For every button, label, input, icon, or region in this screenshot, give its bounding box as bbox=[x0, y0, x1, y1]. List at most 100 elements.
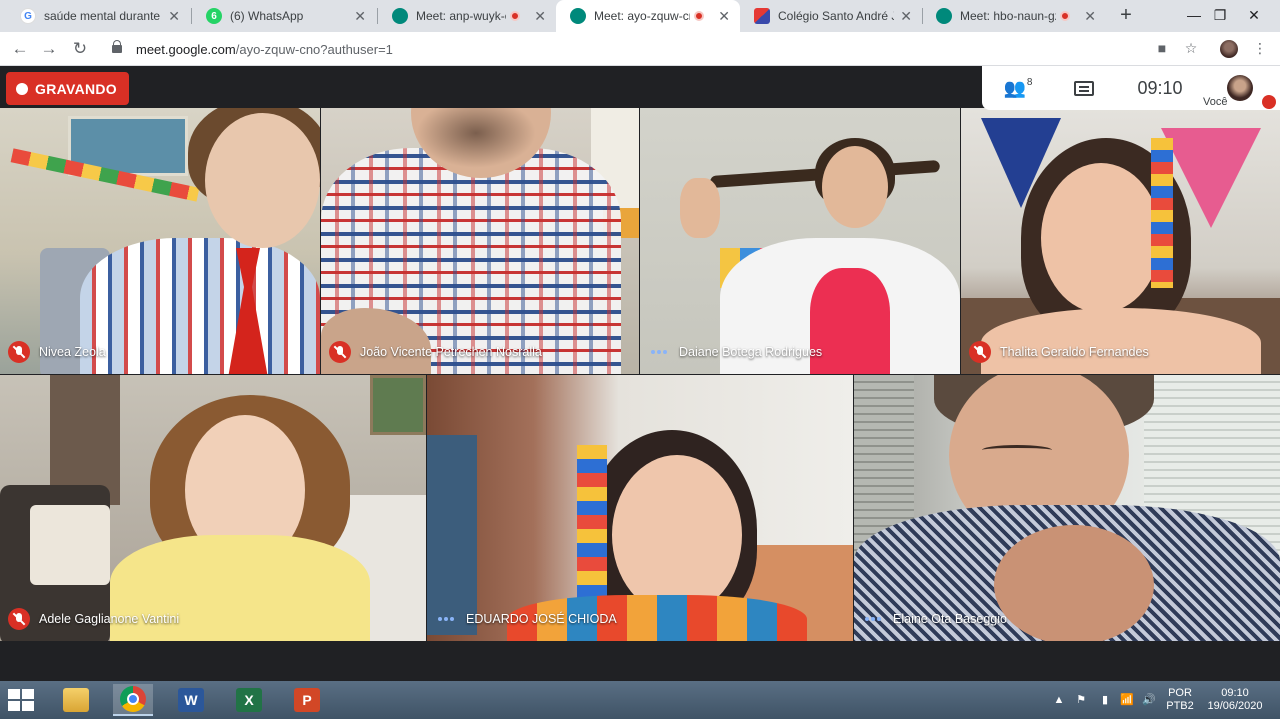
self-view-avatar[interactable] bbox=[1227, 75, 1253, 101]
meeting-clock: 09:10 bbox=[1130, 66, 1190, 110]
participant-label: Adele Gaglianone Vantini bbox=[0, 607, 179, 631]
tab-meet-hbo[interactable]: Meet: hbo-naun-gz ✕ bbox=[922, 0, 1106, 32]
menu-icon[interactable]: ⋮ bbox=[1250, 40, 1270, 57]
volume-icon[interactable]: 🔊 bbox=[1140, 681, 1158, 719]
tab-meet-anp[interactable]: Meet: anp-wuyk-cxu ✕ bbox=[378, 0, 556, 32]
people-icon: 👥 bbox=[1003, 77, 1026, 98]
bookmark-star-icon[interactable]: ☆ bbox=[1181, 40, 1201, 57]
participant-label: Elaine Ota Baseggio bbox=[854, 607, 1007, 631]
tab-title: Colégio Santo André Jab bbox=[778, 9, 894, 23]
participants-button[interactable]: 👥 8 bbox=[996, 66, 1040, 110]
flag-icon[interactable]: ⚑ bbox=[1072, 681, 1090, 719]
participant-label: Thalita Geraldo Fernandes bbox=[961, 340, 1149, 364]
participant-name: Elaine Ota Baseggio bbox=[893, 612, 1007, 626]
mic-off-icon bbox=[329, 341, 351, 363]
camera-icon[interactable]: ■ bbox=[1152, 40, 1172, 56]
participant-name: Thalita Geraldo Fernandes bbox=[1000, 345, 1149, 359]
address-bar[interactable]: meet.google.com/ayo-zquw-cno?authuser=1 bbox=[106, 35, 1212, 63]
video-tile[interactable]: Daiane Botega Rodrigues bbox=[640, 108, 960, 374]
tab-whatsapp[interactable]: 6 (6) WhatsApp ✕ bbox=[192, 0, 376, 32]
tab-colegio[interactable]: Colégio Santo André Jab ✕ bbox=[740, 0, 922, 32]
video-tile[interactable]: Adele Gaglianone Vantini bbox=[0, 375, 426, 641]
tab-title: Meet: hbo-naun-gz bbox=[960, 9, 1057, 23]
close-icon[interactable]: ✕ bbox=[718, 8, 730, 25]
school-icon bbox=[754, 8, 770, 24]
chat-button[interactable] bbox=[1062, 66, 1106, 110]
battery-icon[interactable]: ▮ bbox=[1096, 681, 1114, 719]
recording-badge: GRAVANDO bbox=[6, 72, 129, 105]
language-top: POR bbox=[1168, 687, 1192, 699]
recording-icon bbox=[1060, 11, 1071, 21]
language-bottom: PTB2 bbox=[1166, 700, 1194, 712]
taskbar-powerpoint[interactable]: P bbox=[287, 684, 327, 716]
taskbar-date: 19/06/2020 bbox=[1207, 700, 1263, 712]
participant-count: 8 bbox=[1026, 76, 1033, 88]
lock-icon[interactable] bbox=[112, 40, 122, 53]
folder-icon bbox=[63, 688, 89, 712]
new-tab-button[interactable]: + bbox=[1114, 4, 1138, 27]
tab-meet-ayo[interactable]: Meet: ayo-zquw-cno ✕ bbox=[556, 0, 740, 32]
windows-taskbar: W X P ▲ ⚑ ▮ 📶 🔊 POR PTB2 09:10 19/06/202… bbox=[0, 681, 1280, 719]
clock-text: 09:10 bbox=[1137, 77, 1183, 98]
whatsapp-icon: 6 bbox=[206, 8, 222, 24]
back-button[interactable]: ← bbox=[9, 38, 31, 60]
recording-label: GRAVANDO bbox=[35, 80, 117, 97]
browser-toolbar: ← → ↻ meet.google.com/ayo-zquw-cno?authu… bbox=[0, 32, 1280, 66]
speaking-indicator-icon bbox=[862, 617, 884, 621]
recording-dot-icon bbox=[16, 82, 28, 95]
wifi-icon[interactable]: 📶 bbox=[1118, 681, 1136, 719]
chat-icon bbox=[1074, 80, 1094, 96]
meet-icon bbox=[392, 8, 408, 24]
self-label: Você bbox=[1203, 96, 1228, 108]
word-icon: W bbox=[178, 688, 204, 712]
tab-title: (6) WhatsApp bbox=[230, 9, 304, 23]
meet-icon bbox=[570, 8, 586, 24]
close-icon[interactable]: ✕ bbox=[534, 8, 546, 25]
video-tile[interactable]: Nivea Zeola bbox=[0, 108, 320, 374]
taskbar-word[interactable]: W bbox=[171, 684, 211, 716]
system-clock[interactable]: 09:10 19/06/2020 bbox=[1200, 681, 1270, 719]
video-tile[interactable]: Thalita Geraldo Fernandes bbox=[961, 108, 1280, 374]
participant-label: EDUARDO JOSÉ CHIODA bbox=[427, 607, 617, 631]
speaking-indicator-icon bbox=[648, 350, 670, 354]
reload-button[interactable]: ↻ bbox=[69, 38, 91, 60]
language-indicator[interactable]: POR PTB2 bbox=[1162, 681, 1198, 719]
url-text: meet.google.com/ayo-zquw-cno?authuser=1 bbox=[136, 42, 393, 57]
start-button[interactable] bbox=[8, 689, 36, 711]
taskbar-chrome[interactable] bbox=[113, 684, 153, 716]
show-hidden-icons-button[interactable]: ▲ bbox=[1052, 681, 1066, 719]
meet-stage: GRAVANDO Nivea Zeola João Vicente Petrec… bbox=[0, 66, 1280, 681]
google-icon: G bbox=[20, 8, 36, 24]
close-window-button[interactable]: ✕ bbox=[1232, 0, 1276, 32]
tab-title: Meet: ayo-zquw-cno bbox=[594, 9, 690, 23]
participant-name: EDUARDO JOSÉ CHIODA bbox=[466, 612, 617, 626]
tab-strip: G saúde mental durante a ✕ 6 (6) WhatsAp… bbox=[0, 0, 1280, 32]
participant-name: João Vicente Petrechen Nosralla bbox=[360, 345, 542, 359]
meet-icon bbox=[936, 8, 952, 24]
forward-button[interactable]: → bbox=[38, 38, 60, 60]
recording-icon bbox=[694, 11, 705, 21]
profile-avatar[interactable] bbox=[1220, 40, 1238, 58]
participant-label: João Vicente Petrechen Nosralla bbox=[321, 340, 542, 364]
participant-name: Nivea Zeola bbox=[39, 345, 106, 359]
participant-label: Nivea Zeola bbox=[0, 340, 106, 364]
video-tile[interactable]: Elaine Ota Baseggio bbox=[854, 375, 1280, 641]
excel-icon: X bbox=[236, 688, 262, 712]
tab-google-search[interactable]: G saúde mental durante a ✕ bbox=[6, 0, 190, 32]
taskbar-file-explorer[interactable] bbox=[56, 684, 96, 716]
close-icon[interactable]: ✕ bbox=[1084, 8, 1096, 25]
tab-title: Meet: anp-wuyk-cxu bbox=[416, 9, 506, 23]
url-path: /ayo-zquw-cno?authuser=1 bbox=[235, 41, 393, 57]
taskbar-time: 09:10 bbox=[1221, 687, 1249, 699]
mic-off-icon bbox=[8, 608, 30, 630]
tab-title: saúde mental durante a bbox=[44, 9, 163, 23]
close-icon[interactable]: ✕ bbox=[168, 8, 180, 25]
participant-name: Daiane Botega Rodrigues bbox=[679, 345, 823, 359]
close-icon[interactable]: ✕ bbox=[354, 8, 366, 25]
video-tile[interactable]: EDUARDO JOSÉ CHIODA bbox=[427, 375, 853, 641]
taskbar-excel[interactable]: X bbox=[229, 684, 269, 716]
participant-label: Daiane Botega Rodrigues bbox=[640, 340, 822, 364]
video-tile[interactable]: João Vicente Petrechen Nosralla bbox=[321, 108, 639, 374]
close-icon[interactable]: ✕ bbox=[900, 8, 912, 25]
recording-icon bbox=[510, 11, 521, 21]
